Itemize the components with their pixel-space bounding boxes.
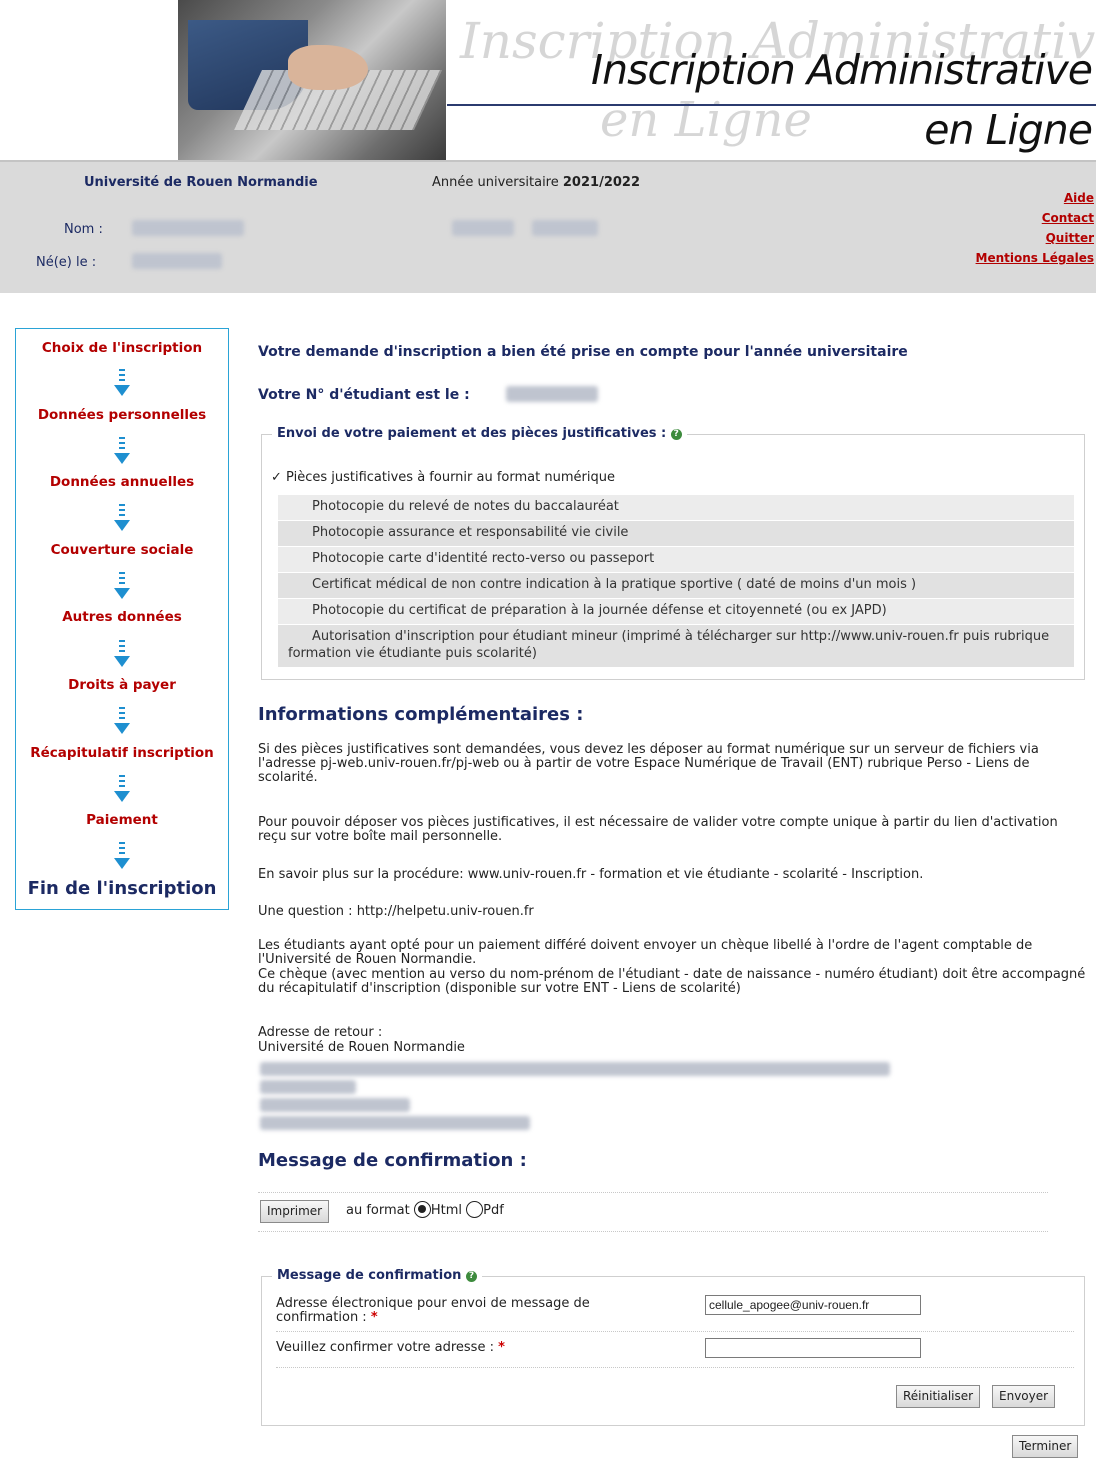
- arrow-down-icon: [112, 638, 132, 668]
- ne-le-label: Né(e) le :: [36, 255, 97, 270]
- academic-year-label: Année universitaire: [432, 175, 563, 190]
- info-paragraph-5a: Les étudiants ayant opté pour un paiemen…: [258, 938, 1033, 967]
- student-number-label: Votre N° d'étudiant est le :: [258, 387, 470, 403]
- required-marker: *: [370, 1310, 378, 1325]
- confirmation-fieldset: Message de confirmation ? Adresse électr…: [261, 1268, 1085, 1426]
- student-info-bar: Université de Rouen Normandie Année univ…: [0, 160, 1096, 293]
- print-button[interactable]: Imprimer: [260, 1200, 330, 1223]
- redacted-field-value: [532, 220, 598, 236]
- arrow-down-icon: [112, 840, 132, 870]
- email-field[interactable]: cellule_apogee@univ-rouen.fr: [705, 1295, 921, 1315]
- info-paragraph-3: En savoir plus sur la procédure: www.uni…: [258, 867, 924, 882]
- step-droits-a-payer: Droits à payer: [68, 677, 176, 693]
- link-mentions-legales[interactable]: Mentions Légales: [976, 248, 1094, 268]
- mc-legend: Message de confirmation ?: [272, 1268, 482, 1283]
- step-fin-inscription: Fin de l'inscription: [27, 878, 217, 899]
- piece-row: Photocopie assurance et responsabilité v…: [278, 521, 1074, 546]
- link-quitter[interactable]: Quitter: [976, 228, 1094, 248]
- info-section-title: Informations complémentaires :: [258, 704, 584, 725]
- help-circle-icon[interactable]: ?: [670, 429, 682, 440]
- header-links: Aide Contact Quitter Mentions Légales: [976, 188, 1094, 268]
- link-contact[interactable]: Contact: [976, 208, 1094, 228]
- required-marker: *: [498, 1340, 505, 1355]
- academic-year: Année universitaire 2021/2022: [432, 175, 640, 190]
- arrow-down-icon: [112, 502, 132, 532]
- registration-steps: Choix de l'inscription Données personnel…: [15, 328, 229, 910]
- format-selector: au format Html Pdf: [346, 1201, 504, 1218]
- divider: [258, 1231, 1048, 1232]
- redacted-field-label: [452, 220, 514, 236]
- birthdate-value-redacted: [132, 253, 222, 269]
- return-address-redacted-3: [260, 1098, 410, 1112]
- format-label: au format: [346, 1203, 410, 1218]
- piece-row: Photocopie du relevé de notes du baccala…: [278, 495, 1074, 520]
- step-autres-donnees: Autres données: [62, 609, 182, 625]
- divider: [276, 1367, 1074, 1368]
- mc-legend-text: Message de confirmation: [277, 1268, 462, 1283]
- confirm-email-field[interactable]: [705, 1338, 921, 1358]
- return-address-label: Adresse de retour :: [258, 1025, 383, 1040]
- arrow-down-icon: [112, 435, 132, 465]
- email-label-text: Adresse électronique pour envoi de messa…: [276, 1296, 590, 1325]
- format-html-label: Html: [430, 1203, 463, 1218]
- arrow-down-icon: [112, 570, 132, 600]
- help-circle-icon[interactable]: ?: [465, 1271, 477, 1282]
- confirm-email-label: Veuillez confirmer votre adresse : *: [276, 1340, 505, 1355]
- pieces-title-text: Pièces justificatives à fournir au forma…: [286, 470, 615, 485]
- pieces-title: ✓ Pièces justificatives à fournir au for…: [271, 470, 615, 485]
- confirmation-heading: Votre demande d'inscription a bien été p…: [258, 344, 908, 360]
- finish-button[interactable]: Terminer: [1012, 1435, 1079, 1458]
- format-pdf-label: Pdf: [483, 1203, 504, 1218]
- pieces-legend: Envoi de votre paiement et des pièces ju…: [272, 426, 687, 441]
- return-address-univ: Université de Rouen Normandie: [258, 1040, 465, 1055]
- info-paragraph-2: Pour pouvoir déposer vos pièces justific…: [258, 815, 1058, 844]
- piece-row: Photocopie du certificat de préparation …: [278, 599, 1074, 624]
- step-paiement: Paiement: [86, 812, 158, 828]
- send-button[interactable]: Envoyer: [992, 1385, 1056, 1408]
- pieces-fieldset: Envoi de votre paiement et des pièces ju…: [261, 426, 1085, 680]
- pieces-legend-text: Envoi de votre paiement et des pièces ju…: [277, 426, 667, 441]
- link-aide[interactable]: Aide: [976, 188, 1094, 208]
- banner-photo: [178, 0, 446, 160]
- arrow-down-icon: [112, 367, 132, 397]
- banner-photo-hand: [288, 45, 368, 90]
- info-paragraph-1: Si des pièces justificatives sont demand…: [258, 742, 1039, 785]
- header-banner: Inscription Administrative en Ligne Insc…: [0, 0, 1096, 160]
- return-address-redacted-2: [260, 1080, 356, 1094]
- step-donnees-personnelles: Données personnelles: [37, 407, 207, 423]
- nom-label: Nom :: [64, 222, 103, 237]
- app-title-line1: Inscription Administrative: [591, 46, 1093, 94]
- divider: [276, 1331, 1074, 1332]
- checkmark-icon: ✓: [271, 470, 282, 485]
- step-recapitulatif-inscription: Récapitulatif inscription: [30, 745, 214, 761]
- info-paragraph-4: Une question : http://helpetu.univ-rouen…: [258, 904, 534, 919]
- step-couverture-sociale: Couverture sociale: [50, 542, 194, 558]
- confirm-email-label-text: Veuillez confirmer votre adresse :: [276, 1340, 494, 1355]
- piece-row: Autorisation d'inscription pour étudiant…: [278, 625, 1074, 667]
- piece-row: Photocopie carte d'identité recto-verso …: [278, 547, 1074, 572]
- return-address-redacted-4: [260, 1116, 530, 1130]
- step-donnees-annuelles: Données annuelles: [49, 474, 195, 490]
- info-paragraph-5b: Ce chèque (avec mention au verso du nom-…: [258, 967, 1086, 996]
- app-title-line2: en Ligne: [924, 106, 1093, 154]
- student-number-redacted: [506, 386, 598, 402]
- nom-value-redacted: [132, 220, 244, 236]
- piece-row: Certificat médical de non contre indicat…: [278, 573, 1074, 598]
- divider: [258, 1192, 1048, 1193]
- university-name: Université de Rouen Normandie: [84, 175, 318, 190]
- arrow-down-icon: [112, 705, 132, 735]
- reset-button[interactable]: Réinitialiser: [896, 1385, 981, 1408]
- return-address-redacted-1: [260, 1062, 890, 1076]
- academic-year-value: 2021/2022: [562, 175, 641, 190]
- message-section-title: Message de confirmation :: [258, 1150, 527, 1171]
- format-pdf-radio[interactable]: [466, 1201, 484, 1218]
- banner-watermark-2: en Ligne: [600, 92, 812, 148]
- step-choix-inscription: Choix de l'inscription: [41, 340, 203, 356]
- arrow-down-icon: [112, 773, 132, 803]
- format-html-radio[interactable]: [413, 1201, 431, 1218]
- email-label: Adresse électronique pour envoi de messa…: [276, 1297, 676, 1325]
